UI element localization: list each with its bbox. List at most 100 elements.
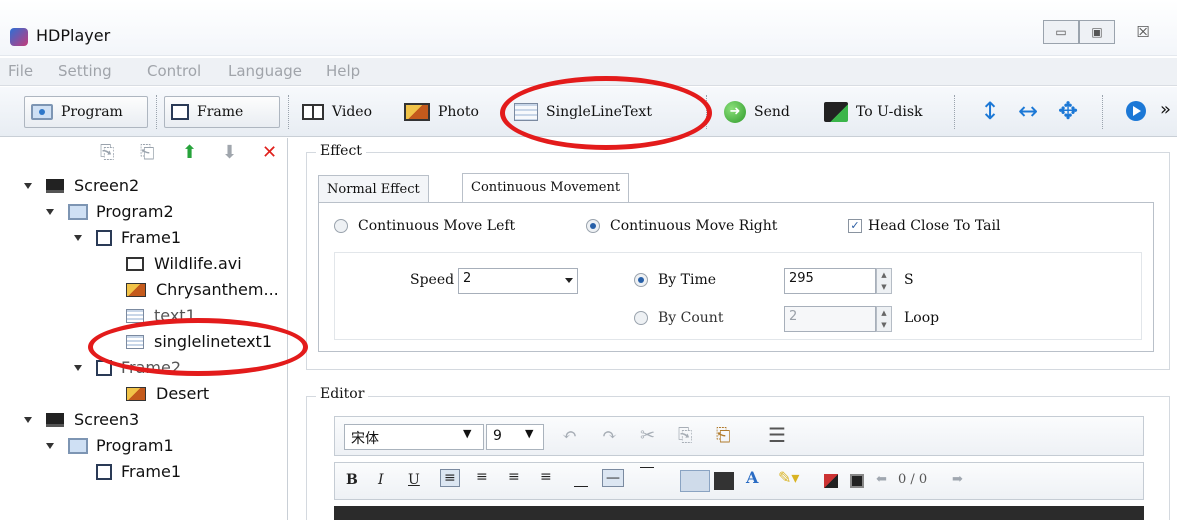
copy-icon[interactable]: ⎘ (100, 142, 114, 163)
head-close-to-tail-checkbox[interactable]: ✓ Head Close To Tail (848, 218, 1000, 234)
background-color-icon[interactable] (714, 472, 734, 490)
collapse-arrow-icon[interactable] (46, 442, 54, 449)
frame-icon (96, 229, 112, 246)
tree-item-screen2[interactable]: Screen2 (24, 176, 139, 195)
valign-middle-icon[interactable]: — (602, 469, 624, 487)
move-left-radio[interactable]: Continuous Move Left (334, 218, 515, 234)
photo-button[interactable]: Photo (398, 96, 485, 128)
single-line-text-button[interactable]: SingleLineText (508, 96, 658, 128)
delete-icon[interactable]: ✕ (262, 142, 277, 163)
move-down-icon[interactable]: ⬇ (222, 142, 237, 163)
tab-normal-effect[interactable]: Normal Effect (318, 175, 429, 203)
prev-page-icon[interactable]: ⬅ (876, 472, 887, 487)
font-name-value: 宋体 (351, 431, 379, 447)
valign-bottom-icon[interactable]: ⎽ (574, 472, 588, 488)
chevron-down-icon: ▼ (463, 427, 472, 440)
tree-item-label: Program2 (96, 202, 174, 221)
copy-icon[interactable]: ⎘ (678, 425, 692, 446)
align-justify-icon[interactable]: ≡ (540, 469, 552, 485)
vertical-stretch-icon[interactable]: ↕ (980, 97, 1000, 125)
tree-item-text1[interactable]: text1 (126, 306, 196, 325)
by-time-radio[interactable]: By Time (634, 272, 716, 288)
highlight-color-icon[interactable]: ✎▾ (778, 468, 799, 487)
tree-item-desert[interactable]: Desert (126, 384, 209, 403)
tree-item-wildlife[interactable]: Wildlife.avi (126, 254, 242, 273)
tree-item-frame1-program1[interactable]: Frame1 (96, 462, 181, 481)
border-color-icon[interactable] (850, 474, 864, 488)
radio-unselected[interactable] (334, 219, 348, 233)
align-left-icon[interactable]: ≡ (440, 469, 460, 487)
tree-item-program2[interactable]: Program2 (46, 202, 174, 221)
tree-item-program1[interactable]: Program1 (46, 436, 174, 455)
paste-icon[interactable]: ⎗ (140, 142, 154, 163)
collapse-arrow-icon[interactable] (24, 416, 32, 423)
tree-item-frame2[interactable]: Frame2 (74, 358, 181, 377)
frame-button[interactable]: Frame (164, 96, 280, 128)
radio-unselected[interactable] (634, 311, 648, 325)
paste-icon[interactable]: ⎗ (716, 425, 730, 446)
menu-control[interactable]: Control (147, 62, 201, 80)
valign-top-icon[interactable]: ⎺ (640, 466, 654, 482)
horizontal-stretch-icon[interactable]: ↔ (1018, 97, 1038, 125)
bold-button[interactable]: B (346, 472, 358, 488)
tree-item-chrysanthemum[interactable]: Chrysanthem... (126, 280, 279, 299)
font-size-select[interactable]: 9 ▼ (486, 424, 544, 450)
tree-item-frame1[interactable]: Frame1 (74, 228, 181, 247)
to-udisk-label: To U-disk (856, 104, 923, 120)
program-button[interactable]: Program (24, 96, 148, 128)
redo-icon[interactable]: ↷ (602, 425, 617, 446)
collapse-arrow-icon[interactable] (74, 234, 82, 241)
line-spacing-icon[interactable]: ☰ (768, 423, 786, 447)
send-button[interactable]: ➜ Send (718, 96, 796, 128)
background-pattern-icon[interactable] (680, 470, 710, 492)
italic-button[interactable]: I (378, 472, 384, 488)
maximize-button[interactable]: ▣ (1079, 20, 1115, 44)
move-up-icon[interactable]: ⬆ (182, 142, 197, 163)
video-button[interactable]: Video (296, 96, 378, 128)
align-right-icon[interactable]: ≡ (508, 469, 520, 485)
align-center-icon[interactable]: ≡ (476, 469, 488, 485)
photo-icon (126, 282, 146, 297)
single-line-text-icon (126, 334, 144, 349)
speed-select[interactable]: 2 (458, 268, 578, 294)
radio-selected[interactable] (634, 273, 648, 287)
menu-help[interactable]: Help (326, 62, 360, 80)
video-icon (126, 256, 144, 271)
text-icon (126, 308, 144, 323)
menu-file[interactable]: File (8, 62, 33, 80)
time-spinner[interactable]: ▲ ▼ (876, 268, 892, 294)
collapse-arrow-icon[interactable] (24, 182, 32, 189)
video-icon (302, 104, 324, 120)
to-udisk-button[interactable]: To U-disk (818, 96, 929, 128)
count-input[interactable]: 2 (784, 306, 876, 332)
underline-button[interactable]: U (408, 472, 420, 488)
minimize-button[interactable]: ▭ (1043, 20, 1079, 44)
play-icon[interactable] (1126, 101, 1146, 121)
text-editor-area[interactable] (334, 506, 1144, 520)
tab-continuous-movement[interactable]: Continuous Movement (462, 173, 630, 203)
collapse-arrow-icon[interactable] (46, 208, 54, 215)
count-spinner[interactable]: ▲ ▼ (876, 306, 892, 332)
move-right-radio[interactable]: Continuous Move Right (586, 218, 777, 234)
time-input[interactable]: 295 (784, 268, 876, 294)
by-count-radio[interactable]: By Count (634, 310, 723, 326)
frame-icon (96, 359, 112, 376)
tree-item-screen3[interactable]: Screen3 (24, 410, 139, 429)
move-icon[interactable]: ✥ (1058, 97, 1078, 125)
collapse-arrow-icon[interactable] (74, 364, 82, 371)
next-page-icon[interactable]: ➡ (952, 472, 963, 487)
text-effect-icon[interactable]: A (746, 468, 758, 487)
radio-selected[interactable] (586, 219, 600, 233)
screen-icon (46, 178, 64, 193)
cut-icon[interactable]: ✂ (640, 425, 655, 446)
checkmark-icon[interactable]: ✓ (848, 219, 862, 233)
close-button[interactable]: ☒ (1115, 20, 1171, 44)
font-color-icon[interactable] (824, 474, 838, 488)
more-tools-button[interactable]: » (1160, 99, 1171, 120)
undo-icon[interactable]: ↶ (562, 425, 577, 446)
menu-setting[interactable]: Setting (58, 62, 112, 80)
tree-item-singlelinetext1[interactable]: singlelinetext1 (126, 332, 272, 351)
font-name-select[interactable]: 宋体 ▼ (344, 424, 484, 450)
editor-group-title: Editor (316, 386, 369, 402)
menu-language[interactable]: Language (228, 62, 302, 80)
